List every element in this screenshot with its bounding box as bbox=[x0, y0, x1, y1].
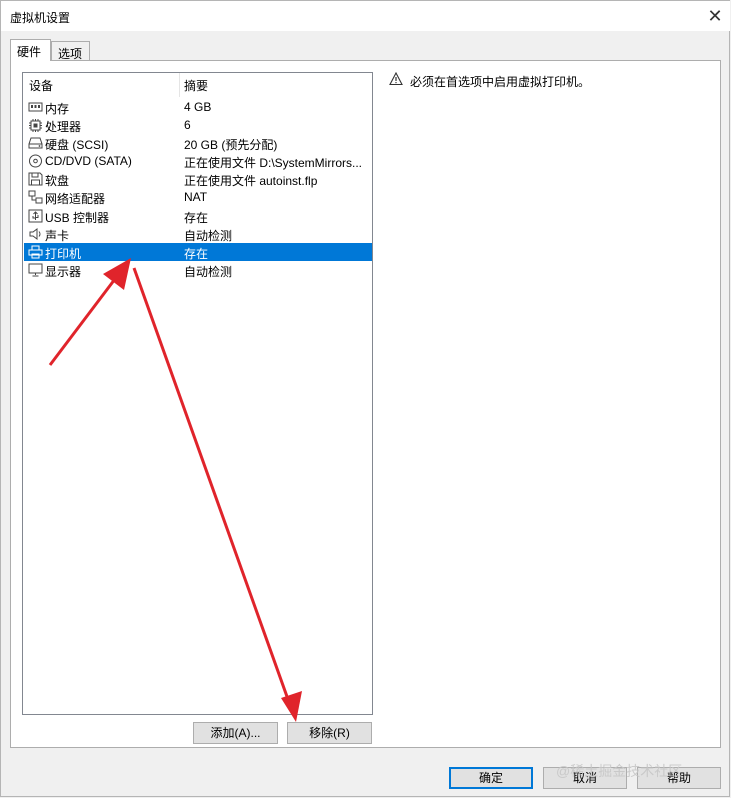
display-icon bbox=[28, 263, 43, 277]
watermark-text: @稀土掘金技术社区 bbox=[556, 763, 683, 779]
device-summary: NAT bbox=[184, 190, 208, 205]
device-name: 软盘 bbox=[45, 174, 70, 189]
device-row[interactable]: 网络适配器 NAT bbox=[24, 188, 372, 206]
device-row[interactable]: 软盘 正在使用文件 autoinst.flp bbox=[24, 170, 372, 188]
device-summary: 4 GB bbox=[184, 100, 212, 114]
warning-text: 必须在首选项中启用虚拟打印机。 bbox=[410, 75, 591, 89]
title-bar[interactable]: 虚拟机设置 ✕ bbox=[1, 1, 730, 31]
device-name: 打印机 bbox=[45, 246, 82, 261]
device-row[interactable]: CD/DVD (SATA) 正在使用文件 D:\SystemMirrors... bbox=[24, 152, 372, 170]
device-summary: 20 GB (预先分配) bbox=[184, 138, 278, 153]
device-row[interactable]: 内存 4 GB bbox=[24, 98, 372, 116]
tab-options[interactable]: 选项 bbox=[51, 41, 90, 61]
device-name: USB 控制器 bbox=[45, 210, 110, 225]
device-row[interactable]: 硬盘 (SCSI) 20 GB (预先分配) bbox=[24, 134, 372, 152]
ok-button[interactable]: 确定 bbox=[449, 767, 533, 789]
device-row[interactable]: 处理器 6 bbox=[24, 116, 372, 134]
tab-hardware[interactable]: 硬件 bbox=[10, 39, 51, 61]
device-name: 硬盘 (SCSI) bbox=[45, 138, 109, 153]
network-adapter-icon bbox=[28, 190, 43, 204]
device-list[interactable]: 设备 摘要 内存 4 GB 处理器 6 硬盘 (SCSI) 20 GB (预先分配) CD/… bbox=[22, 72, 373, 715]
device-name: 处理器 bbox=[45, 120, 82, 135]
window-title: 虚拟机设置 bbox=[10, 11, 71, 25]
column-header-summary[interactable]: 摘要 bbox=[180, 73, 373, 97]
device-row[interactable]: 打印机 存在 bbox=[24, 242, 372, 261]
cd-dvd-icon bbox=[29, 154, 42, 168]
sound-card-icon bbox=[29, 227, 41, 240]
device-row[interactable]: 显示器 自动检测 bbox=[24, 261, 372, 279]
floppy-icon bbox=[28, 172, 43, 186]
column-header-device[interactable]: 设备 bbox=[23, 73, 180, 97]
device-summary: 自动检测 bbox=[184, 228, 233, 243]
printer-icon bbox=[28, 245, 43, 259]
device-row[interactable]: USB 控制器 存在 bbox=[24, 207, 372, 225]
device-summary: 正在使用文件 autoinst.flp bbox=[184, 174, 318, 189]
device-summary: 存在 bbox=[184, 246, 209, 261]
add-device-button[interactable]: 添加(A)... bbox=[193, 722, 278, 744]
device-summary: 自动检测 bbox=[184, 264, 233, 279]
device-summary: 正在使用文件 D:\SystemMirrors... bbox=[184, 156, 363, 171]
device-name: 声卡 bbox=[45, 228, 70, 243]
usb-icon bbox=[28, 209, 43, 223]
device-name: 显示器 bbox=[45, 264, 82, 279]
remove-device-button[interactable]: 移除(R) bbox=[287, 722, 372, 744]
warning-icon bbox=[389, 72, 403, 86]
close-icon[interactable]: ✕ bbox=[700, 1, 730, 31]
device-row[interactable]: 声卡 自动检测 bbox=[24, 225, 372, 243]
processor-icon bbox=[29, 119, 42, 133]
device-name: 网络适配器 bbox=[45, 192, 106, 207]
device-name: 内存 bbox=[45, 102, 70, 116]
hard-disk-icon bbox=[28, 137, 43, 149]
device-summary: 存在 bbox=[184, 210, 209, 225]
memory-icon bbox=[28, 102, 43, 112]
device-rows: 内存 4 GB 处理器 6 硬盘 (SCSI) 20 GB (预先分配) CD/DVD (S… bbox=[24, 98, 372, 279]
device-summary: 6 bbox=[184, 118, 191, 133]
device-name: CD/DVD (SATA) bbox=[45, 154, 132, 169]
